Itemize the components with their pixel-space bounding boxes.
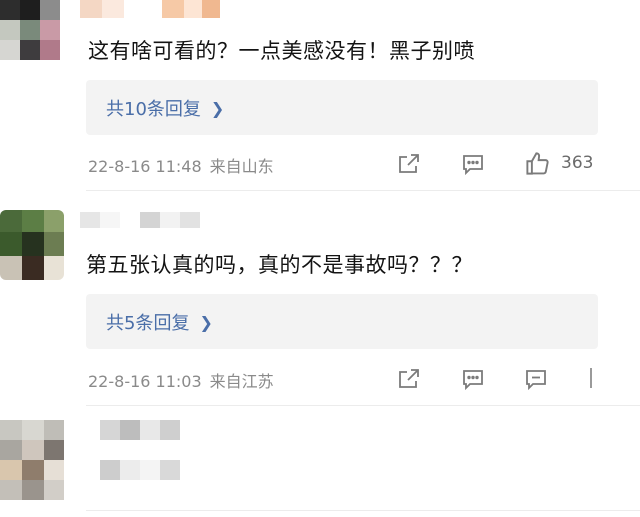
chevron-right-icon: ❯: [199, 312, 213, 332]
comment-date: 22-8-16 11:48: [88, 157, 202, 176]
comment-location: 来自江苏: [209, 372, 274, 391]
comment-icon[interactable]: [461, 367, 485, 391]
comment-text: 这有啥可看的？一点美感没有！黑子别喷: [88, 39, 475, 63]
comment-date: 22-8-16 11:03: [88, 372, 202, 391]
username[interactable]: [80, 212, 220, 230]
thumbs-up-icon[interactable]: [590, 368, 598, 388]
replies-box[interactable]: 共5条回复 ❯: [86, 294, 598, 349]
view-replies-link[interactable]: 共5条回复 ❯: [106, 309, 213, 335]
divider: [86, 190, 640, 191]
comment-text: 第五张认真的吗，真的不是事故吗？？？: [86, 253, 473, 277]
comment-meta: 22-8-16 11:03 来自江苏: [88, 368, 274, 392]
replies-box[interactable]: 共10条回复 ❯: [86, 80, 598, 135]
replies-count-label: 共5条回复: [106, 313, 190, 334]
share-icon[interactable]: [397, 367, 421, 391]
like-count: 363: [561, 153, 594, 173]
view-replies-link[interactable]: 共10条回复 ❯: [106, 95, 224, 121]
divider: [86, 510, 640, 511]
avatar[interactable]: [0, 420, 64, 500]
comment-icon[interactable]: [461, 152, 485, 176]
replies-count-label: 共10条回复: [106, 99, 201, 120]
comment-location: 来自山东: [209, 157, 274, 176]
comment-meta: 22-8-16 11:48 来自山东: [88, 153, 274, 177]
username[interactable]: [100, 420, 180, 442]
username[interactable]: [80, 0, 220, 18]
share-icon[interactable]: [397, 152, 421, 176]
avatar[interactable]: [0, 210, 64, 280]
comment-icon[interactable]: [524, 367, 548, 391]
divider: [86, 405, 640, 406]
avatar[interactable]: [0, 0, 64, 62]
chevron-right-icon: ❯: [210, 98, 225, 118]
comment-text: [100, 460, 190, 480]
thumbs-up-icon[interactable]: [524, 150, 551, 177]
